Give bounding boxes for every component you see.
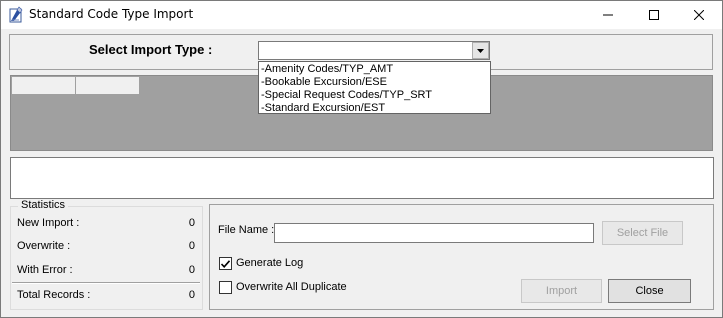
generate-log-label[interactable]: Generate Log bbox=[236, 257, 303, 269]
generate-log-checkbox[interactable] bbox=[219, 257, 232, 270]
dropdown-option-standard-excursion[interactable]: -Standard Excursion/EST bbox=[261, 102, 385, 114]
dropdown-option-amenity[interactable]: -Amenity Codes/TYP_AMT bbox=[261, 63, 393, 75]
import-type-dropdown-list: -Amenity Codes/TYP_AMT -Bookable Excursi… bbox=[258, 61, 491, 114]
dropdown-option-bookable-excursion[interactable]: -Bookable Excursion/ESE bbox=[261, 76, 387, 88]
title-bar: Standard Code Type Import bbox=[1, 1, 722, 29]
import-type-select[interactable] bbox=[258, 41, 490, 60]
grid-header-cell[interactable] bbox=[76, 77, 140, 95]
grid-header-cell[interactable] bbox=[12, 77, 76, 95]
window-title: Standard Code Type Import bbox=[29, 7, 194, 21]
close-button[interactable]: Close bbox=[608, 279, 691, 303]
import-type-label: Select Import Type : bbox=[89, 42, 213, 57]
minimize-icon bbox=[603, 14, 613, 16]
file-name-label: File Name : bbox=[218, 224, 275, 236]
statistics-legend: Statistics bbox=[18, 199, 69, 211]
overwrite-value: 0 bbox=[188, 240, 195, 252]
minimize-button[interactable] bbox=[585, 1, 631, 29]
overwrite-duplicate-label[interactable]: Overwrite All Duplicate bbox=[236, 281, 347, 293]
maximize-icon bbox=[649, 10, 659, 20]
total-records-label: Total Records : bbox=[17, 289, 91, 301]
checkmark-icon bbox=[221, 259, 230, 268]
select-file-button[interactable]: Select File bbox=[602, 221, 683, 245]
message-textbox[interactable] bbox=[10, 157, 714, 199]
window-close-button[interactable] bbox=[676, 1, 722, 29]
chevron-down-icon bbox=[477, 48, 484, 53]
import-type-dropdown-button[interactable] bbox=[472, 42, 489, 59]
maximize-button[interactable] bbox=[631, 1, 677, 29]
total-records-value: 0 bbox=[188, 289, 195, 301]
import-app-icon bbox=[9, 6, 23, 23]
import-button[interactable]: Import bbox=[521, 279, 602, 303]
overwrite-duplicate-checkbox[interactable] bbox=[219, 281, 232, 294]
new-import-label: New Import : bbox=[17, 217, 80, 229]
new-import-value: 0 bbox=[188, 217, 195, 229]
import-window: Standard Code Type Import Select Import … bbox=[0, 0, 723, 318]
dropdown-option-special-request[interactable]: -Special Request Codes/TYP_SRT bbox=[261, 89, 432, 101]
with-error-label: With Error : bbox=[17, 264, 73, 276]
with-error-value: 0 bbox=[188, 264, 195, 276]
statistics-divider bbox=[12, 282, 200, 284]
overwrite-label: Overwrite : bbox=[17, 240, 71, 252]
close-icon bbox=[694, 10, 704, 20]
file-name-input[interactable] bbox=[274, 223, 594, 243]
